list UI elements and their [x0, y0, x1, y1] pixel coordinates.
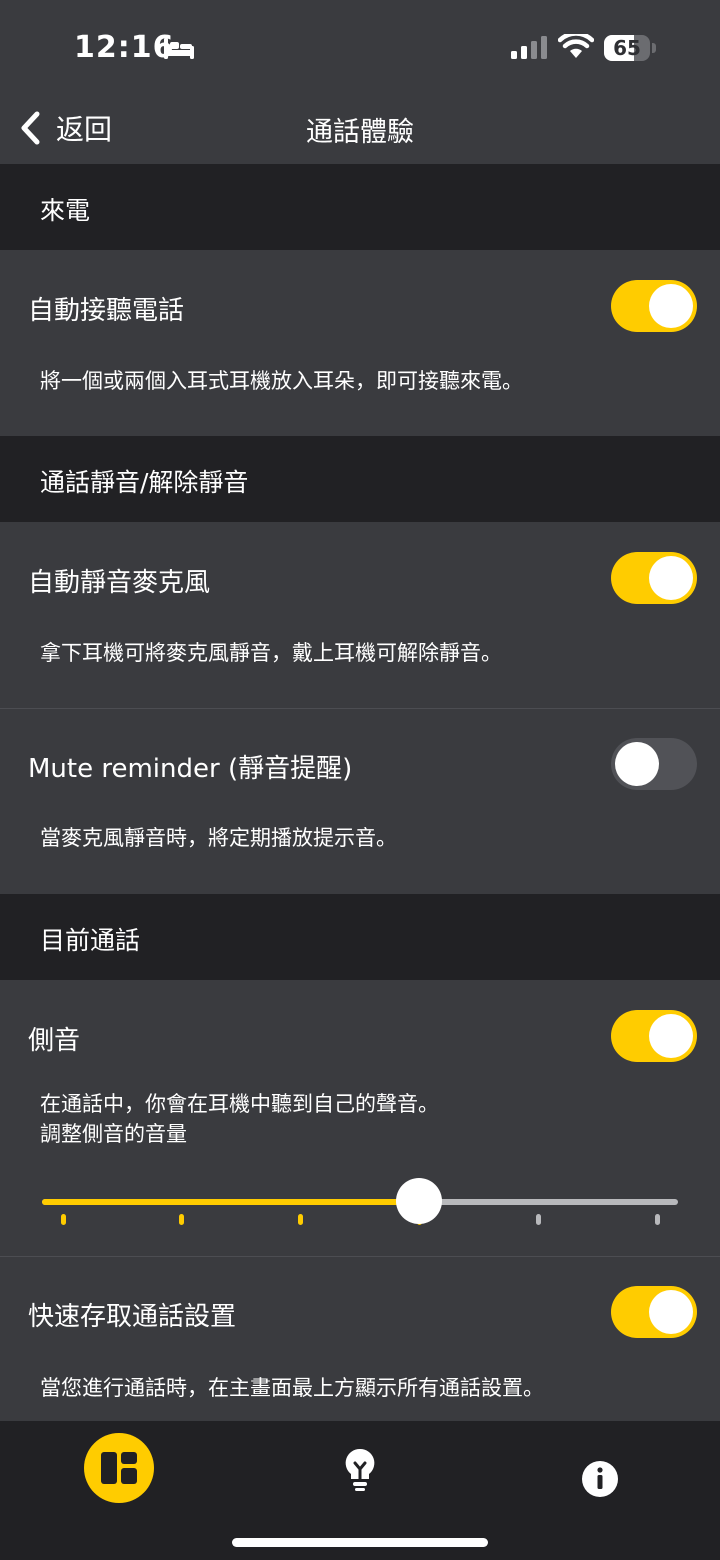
section-header-incoming: 來電: [0, 164, 720, 250]
toggle-knob: [649, 284, 693, 328]
mute-reminder-toggle[interactable]: [611, 738, 697, 790]
section-header-label: 來電: [40, 196, 91, 225]
auto-answer-description: 將一個或兩個入耳式耳機放入耳朵，即可接聽來電。: [40, 369, 523, 393]
slider-tick: [179, 1214, 185, 1225]
quick-access-description: 當您進行通話時，在主畫面最上方顯示所有通話設置。: [40, 1376, 544, 1400]
auto-mute-toggle[interactable]: [611, 552, 697, 604]
sidetone-title: 側音: [28, 1026, 81, 1056]
tab-info[interactable]: [565, 1433, 635, 1503]
tips-lightbulb-icon: [345, 1448, 375, 1491]
screen: 12:16 65 返回 通話體驗 來電 自動接聽電話 將一個或兩個入耳式耳機放入…: [0, 0, 720, 1560]
section-header-mute: 通話靜音/解除靜音: [0, 436, 720, 522]
battery-tip: [652, 43, 656, 53]
sidetone-adjust-label: 調整側音的音量: [40, 1122, 187, 1146]
battery-level: 65: [613, 36, 641, 60]
slider-tick: [535, 1214, 541, 1225]
section-header-label: 目前通話: [40, 926, 141, 955]
sidetone-description: 在通話中，你會在耳機中聽到自己的聲音。: [40, 1092, 439, 1116]
home-indicator[interactable]: [232, 1538, 488, 1547]
tab-tips[interactable]: [325, 1433, 395, 1503]
mute-reminder-title: Mute reminder (靜音提醒): [28, 754, 353, 784]
row-divider: [0, 708, 720, 709]
page-title: 通話體驗: [306, 117, 414, 148]
mute-reminder-description: 當麥克風靜音時，將定期播放提示音。: [40, 826, 397, 850]
quick-access-title: 快速存取通話設置: [28, 1302, 237, 1332]
section-header-label: 通話靜音/解除靜音: [40, 468, 249, 497]
slider-thumb[interactable]: [396, 1178, 443, 1224]
status-bar: 12:16 65: [0, 0, 720, 100]
cellular-signal-icon: [511, 36, 547, 59]
tab-dashboard[interactable]: [84, 1433, 154, 1503]
nav-bar: 返回 通話體驗: [0, 100, 720, 164]
section-header-current-call: 目前通話: [0, 894, 720, 980]
row-divider: [0, 1256, 720, 1257]
auto-mute-title: 自動靜音麥克風: [28, 568, 211, 598]
info-icon: [582, 1461, 618, 1497]
battery-indicator: 65: [604, 35, 650, 61]
slider-tick: [298, 1214, 304, 1225]
slider-tick: [60, 1214, 66, 1225]
toggle-knob: [649, 1014, 693, 1058]
status-time: 12:16: [74, 30, 175, 65]
dashboard-icon: [84, 1433, 154, 1503]
auto-mute-description: 拿下耳機可將麥克風靜音，戴上耳機可解除靜音。: [40, 641, 502, 665]
sidetone-toggle[interactable]: [611, 1010, 697, 1062]
auto-answer-title: 自動接聽電話: [28, 296, 185, 326]
quick-access-toggle[interactable]: [611, 1286, 697, 1338]
sidetone-volume-slider[interactable]: [42, 1176, 678, 1236]
toggle-knob: [649, 1290, 693, 1334]
auto-answer-toggle[interactable]: [611, 280, 697, 332]
slider-tick: [654, 1214, 660, 1225]
toggle-knob: [615, 742, 659, 786]
wifi-icon: [558, 34, 594, 58]
toggle-knob: [649, 556, 693, 600]
sleep-focus-icon: [164, 38, 194, 59]
slider-fill: [42, 1199, 420, 1205]
